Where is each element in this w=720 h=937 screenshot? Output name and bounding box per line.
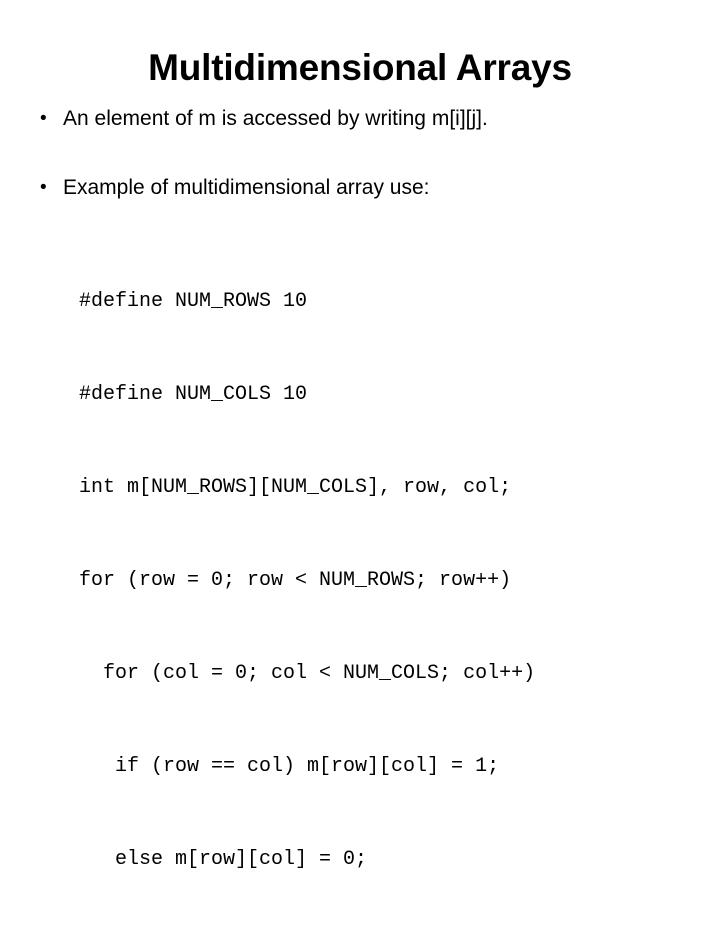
code-line: int m[NUM_ROWS][NUM_COLS], row, col; bbox=[79, 476, 512, 499]
bullet-item-2: • Example of multidimensional array use: bbox=[40, 175, 680, 201]
bullet-item-1: • An element of m is accessed by writing… bbox=[40, 106, 680, 132]
page-title: Multidimensional Arrays bbox=[148, 47, 572, 88]
slide-body: • An element of m is accessed by writing… bbox=[40, 106, 680, 937]
code-block: #define NUM_ROWS 10 #define NUM_COLS 10 … bbox=[79, 224, 680, 937]
bullet-marker-icon: • bbox=[40, 108, 47, 129]
code-line: if (row == col) m[row][col] = 1; bbox=[79, 755, 500, 778]
bullet-marker-icon: • bbox=[40, 177, 47, 198]
bullet-item-2-label: Example of multidimensional array use: bbox=[63, 176, 430, 199]
slide: Multidimensional Arrays • An element of … bbox=[0, 0, 720, 871]
code-line: else m[row][col] = 0; bbox=[79, 848, 368, 871]
code-line: for (row = 0; row < NUM_ROWS; row++) bbox=[79, 569, 512, 592]
code-line: #define NUM_COLS 10 bbox=[79, 383, 308, 406]
bullet-item-1-label: An element of m is accessed by writing m… bbox=[63, 107, 488, 130]
code-line: for (col = 0; col < NUM_COLS; col++) bbox=[79, 662, 536, 685]
code-line: #define NUM_ROWS 10 bbox=[79, 290, 308, 313]
